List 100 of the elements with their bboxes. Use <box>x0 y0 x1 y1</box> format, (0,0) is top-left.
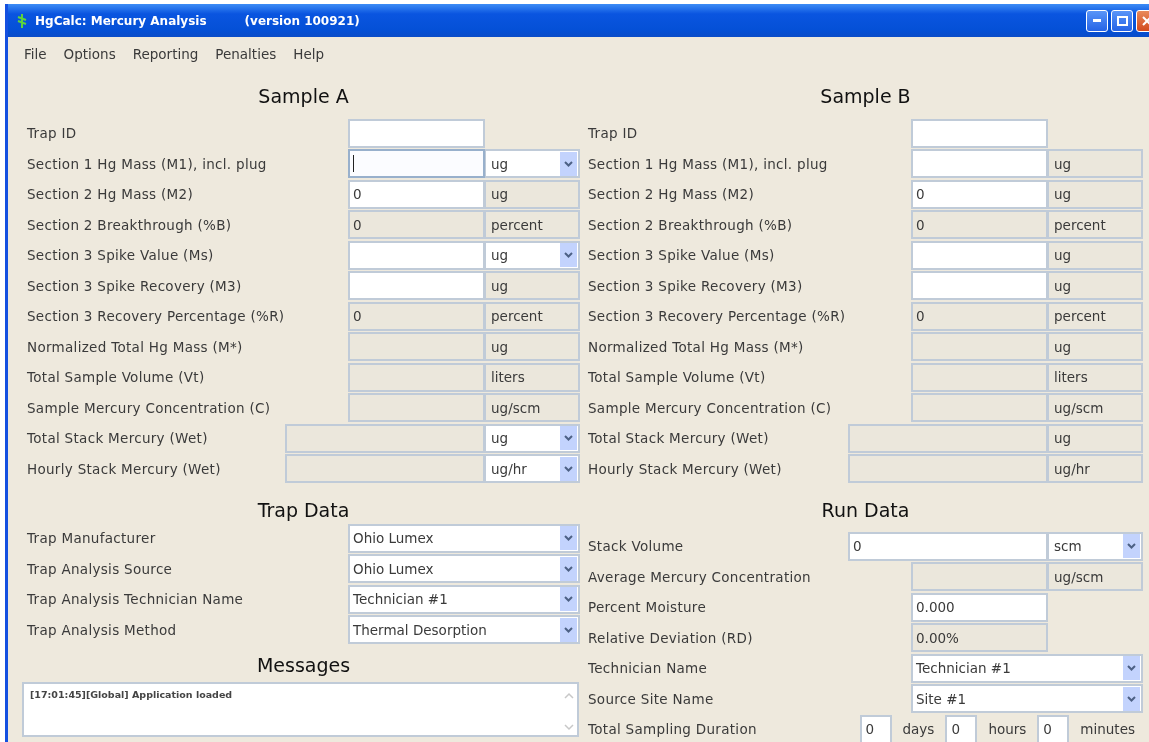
unit-label: hours <box>988 721 1027 738</box>
field-label: Normalized Total Hg Mass (M*) <box>27 338 244 355</box>
text-field[interactable] <box>911 240 1048 270</box>
field-label: Trap ID <box>588 125 639 142</box>
field-label: Total Stack Mercury (Wet) <box>588 430 770 447</box>
number-field[interactable]: 0 <box>1037 714 1070 742</box>
field-label: Trap ID <box>27 125 78 142</box>
unit-dropdown[interactable]: ug/hr <box>484 454 580 484</box>
text-field[interactable] <box>348 393 485 423</box>
field-label: Average Mercury Concentration <box>588 568 812 585</box>
unit-label: liters <box>1047 362 1143 392</box>
number-field[interactable]: 0 <box>859 714 892 742</box>
unit-label: ug/scm <box>1047 562 1143 592</box>
field-label: Section 3 Recovery Percentage (%R) <box>588 308 847 325</box>
text-field[interactable] <box>911 271 1048 301</box>
unit-label: ug <box>1047 423 1143 453</box>
unit-label: percent <box>1047 210 1143 240</box>
field-label: Section 2 Hg Mass (M2) <box>27 186 194 203</box>
number-field[interactable]: 0 <box>945 714 978 742</box>
field-label: Trap Analysis Source <box>27 560 174 577</box>
menu-item[interactable]: Reporting <box>130 45 201 62</box>
text-field[interactable] <box>911 118 1048 148</box>
text-field[interactable]: 0 <box>348 179 485 209</box>
field-label: Section 2 Hg Mass (M2) <box>588 186 755 203</box>
dropdown[interactable]: Site #1 <box>911 684 1143 714</box>
text-field[interactable]: 0.00% <box>911 623 1048 653</box>
text-field[interactable]: 0 <box>911 179 1048 209</box>
text-field[interactable] <box>348 149 485 179</box>
menu-item[interactable]: Help <box>291 45 327 62</box>
text-field[interactable] <box>848 423 1048 453</box>
section-heading: Sample B <box>819 84 912 109</box>
unit-label: ug/scm <box>484 393 580 423</box>
field-label: Section 3 Spike Value (Ms) <box>588 247 776 264</box>
text-field[interactable] <box>348 332 485 362</box>
unit-label: percent <box>1047 301 1143 331</box>
menu-item[interactable]: File <box>22 45 49 62</box>
dropdown[interactable]: Thermal Desorption <box>348 615 580 645</box>
menu-item[interactable]: Penalties <box>213 45 279 62</box>
field-label: Total Stack Mercury (Wet) <box>27 430 209 447</box>
unit-label: ug <box>1047 271 1143 301</box>
unit-label: ug <box>484 332 580 362</box>
minimize-button[interactable] <box>1086 9 1108 32</box>
unit-dropdown[interactable]: ug <box>484 423 580 453</box>
log-entry: [17:01:45][Global] Application loaded <box>30 689 234 700</box>
maximize-icon <box>1116 15 1128 26</box>
scroll-up-icon <box>563 692 574 700</box>
text-field[interactable] <box>348 240 485 270</box>
unit-label: ug <box>484 271 580 301</box>
field-label: Total Sample Volume (Vt) <box>588 369 767 386</box>
maximize-button[interactable] <box>1111 9 1133 32</box>
text-field[interactable] <box>848 454 1048 484</box>
field-label: Total Sample Volume (Vt) <box>27 369 206 386</box>
dropdown[interactable]: Ohio Lumex <box>348 554 580 584</box>
text-field[interactable] <box>348 362 485 392</box>
text-field[interactable]: 0 <box>911 210 1048 240</box>
scroll-down-icon <box>563 723 574 731</box>
unit-dropdown[interactable]: scm <box>1047 531 1143 561</box>
field-label: Section 3 Spike Recovery (M3) <box>27 277 243 294</box>
text-field[interactable]: 0 <box>348 301 485 331</box>
unit-label: ug <box>1047 332 1143 362</box>
field-label: Trap Manufacturer <box>27 530 157 547</box>
field-label: Section 3 Spike Recovery (M3) <box>588 277 804 294</box>
text-field[interactable]: 0 <box>348 210 485 240</box>
text-field[interactable] <box>911 562 1048 592</box>
unit-label: percent <box>484 301 580 331</box>
text-field[interactable] <box>911 332 1048 362</box>
text-field[interactable] <box>348 118 485 148</box>
close-icon <box>1142 15 1149 26</box>
dropdown[interactable]: Technician #1 <box>911 653 1143 683</box>
field-label: Section 2 Breakthrough (%B) <box>588 216 794 233</box>
text-cursor <box>353 155 354 173</box>
unit-label: minutes <box>1080 721 1135 738</box>
field-label: Hourly Stack Mercury (Wet) <box>27 460 222 477</box>
unit-label: ug <box>1047 240 1143 270</box>
text-field[interactable] <box>911 149 1048 179</box>
section-heading: Sample A <box>257 84 350 109</box>
text-field[interactable] <box>348 271 485 301</box>
unit-dropdown[interactable]: ug <box>484 240 580 270</box>
dropdown[interactable]: Ohio Lumex <box>348 523 580 553</box>
text-field[interactable] <box>285 454 485 484</box>
field-label: Section 1 Hg Mass (M1), incl. plug <box>588 155 829 172</box>
text-field[interactable] <box>285 423 485 453</box>
section-heading: Messages <box>255 653 352 678</box>
text-field[interactable] <box>911 362 1048 392</box>
menu-item[interactable]: Options <box>61 45 118 62</box>
field-label: Sample Mercury Concentration (C) <box>588 399 833 416</box>
text-field[interactable]: 0 <box>911 301 1048 331</box>
unit-label: ug <box>1047 179 1143 209</box>
field-label: Stack Volume <box>588 538 685 555</box>
section-heading: Run Data <box>820 498 911 523</box>
unit-label: percent <box>484 210 580 240</box>
field-label: Section 2 Breakthrough (%B) <box>27 216 233 233</box>
text-field[interactable]: 0.000 <box>911 592 1048 622</box>
unit-dropdown[interactable]: ug <box>484 149 580 179</box>
text-field[interactable] <box>911 393 1048 423</box>
field-label: Sample Mercury Concentration (C) <box>27 399 272 416</box>
field-label: Hourly Stack Mercury (Wet) <box>588 460 783 477</box>
dropdown[interactable]: Technician #1 <box>348 584 580 614</box>
unit-label: liters <box>484 362 580 392</box>
text-field[interactable]: 0 <box>848 531 1048 561</box>
